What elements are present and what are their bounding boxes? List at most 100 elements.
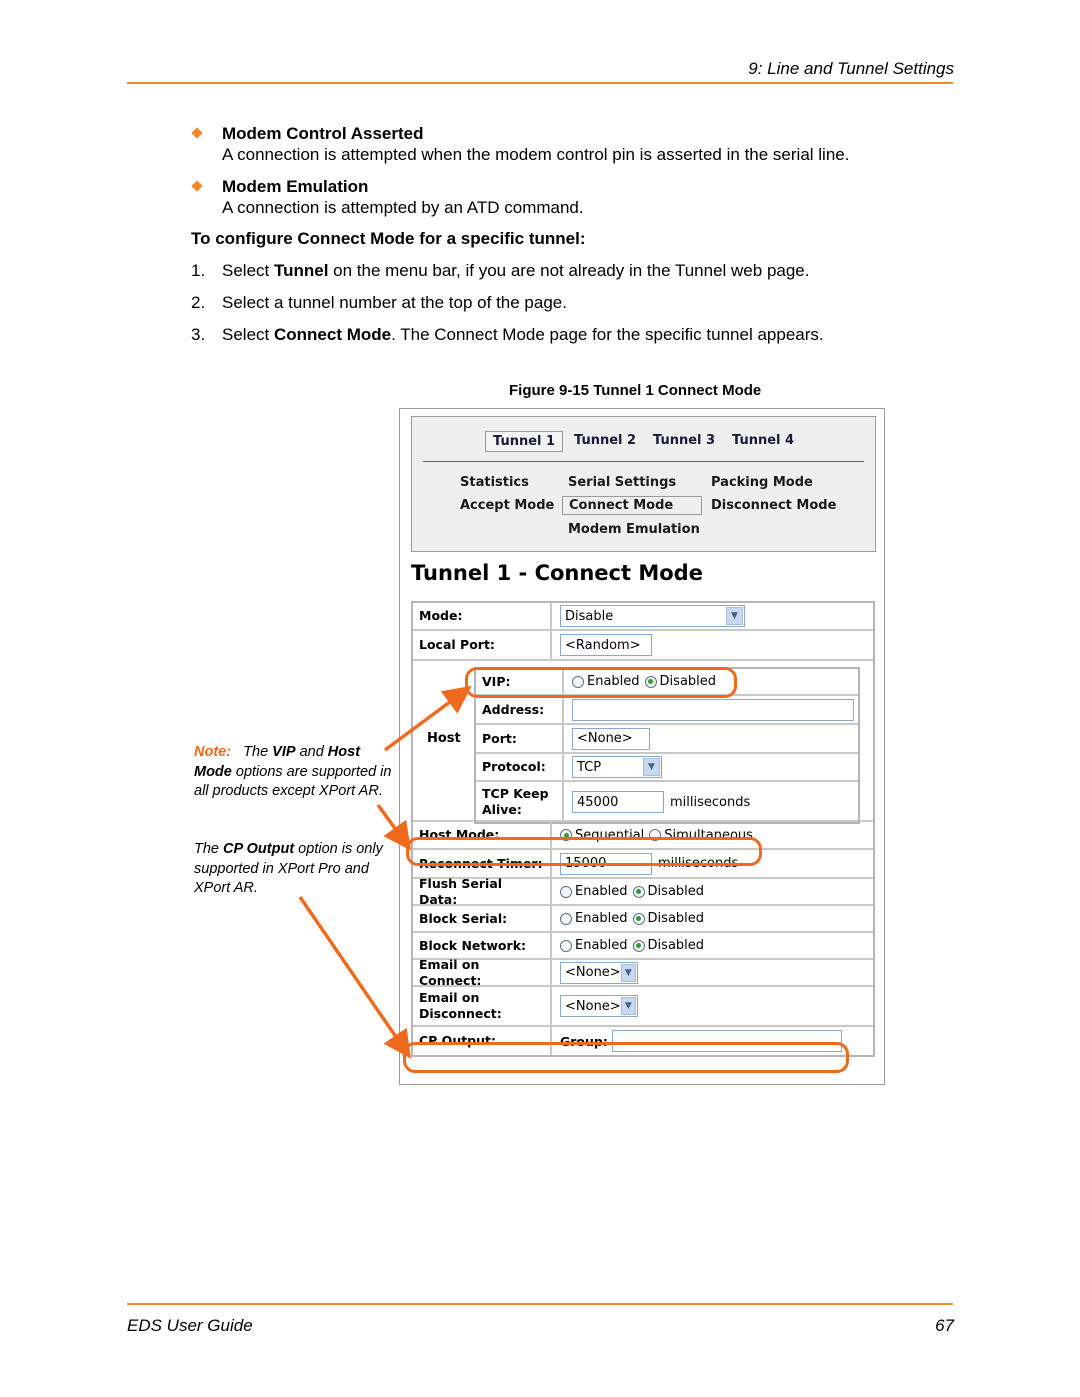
form-row-vip: VIP: Enabled Disabled [476,669,858,696]
form-row-local-port: Local Port: <Random> [413,631,873,661]
step-bold-text: Connect Mode [273,325,392,344]
tab-tunnel-2[interactable]: Tunnel 2 [567,431,643,450]
field-label: Port: [476,725,564,752]
field-label: Email on Disconnect: [413,987,552,1025]
field-label: TCP Keep Alive: [476,782,564,822]
step-text: on the menu bar, if you are not already … [328,261,810,280]
radio-label: Sequential [575,827,645,843]
connect-mode-form: Mode: Disable ▼ Local Port: <Random> Hos… [411,601,875,1057]
select-value: <None> [565,965,621,980]
nav-link-statistics[interactable]: Statistics [454,474,535,491]
reconnect-timer-input[interactable]: 15000 [560,852,652,875]
field-label: Protocol: [476,754,564,780]
bullet-title: Modem Control Asserted [222,124,424,143]
port-input[interactable]: <None> [572,727,650,750]
procedure-heading: To configure Connect Mode for a specific… [191,229,586,248]
form-row-host: Host VIP: Enabled Disabled Address: Port… [413,661,873,824]
note-bold: CP Output [223,841,295,857]
form-row-block-serial: Block Serial: Enabled Disabled [413,906,873,933]
form-row-address: Address: [476,696,858,725]
vip-enabled-radio[interactable] [572,675,584,688]
nav-link-modem-emulation[interactable]: Modem Emulation [562,521,706,538]
flush-serial-radio-group: Enabled Disabled [560,884,709,899]
select-value: Disable [565,608,614,624]
nav-link-connect-mode[interactable]: Connect Mode [562,496,702,515]
address-input[interactable] [572,698,854,721]
radio-label: Disabled [647,938,705,953]
step-bold-text: Tunnel [273,261,329,280]
block-network-disabled-radio[interactable] [632,939,645,952]
tcp-keep-alive-input[interactable]: 45000 [572,791,664,813]
label-line: Disconnect: [419,1006,502,1021]
tab-tunnel-4[interactable]: Tunnel 4 [725,431,801,450]
chevron-down-icon[interactable]: ▼ [726,607,743,625]
diamond-bullet-icon [191,127,203,139]
note-bold: VIP [272,744,296,760]
step-text: . The Connect Mode page for the specific… [391,325,824,344]
label-line: Alive: [482,802,522,817]
group-label: Group: [560,1033,608,1049]
note-cp-output: The CP Output option is only supported i… [194,840,399,899]
flush-enabled-radio[interactable] [560,885,572,898]
chevron-down-icon[interactable]: ▼ [643,758,660,776]
select-value: TCP [577,759,602,775]
step-text: Select [222,325,274,344]
host-mode-simultaneous-radio[interactable] [649,829,662,841]
header-rule [127,82,953,84]
nav-divider [423,461,864,462]
nav-link-accept-mode[interactable]: Accept Mode [454,497,560,514]
local-port-input[interactable]: <Random> [560,634,652,656]
block-serial-disabled-radio[interactable] [632,912,645,925]
nav-link-packing-mode[interactable]: Packing Mode [705,474,819,491]
chevron-down-icon[interactable]: ▼ [620,997,636,1015]
email-on-disconnect-select[interactable]: <None> ▼ [560,995,638,1017]
cp-output-group-input[interactable] [611,1030,842,1052]
note-vip-host-mode: Note: The VIP and Host Mode options are … [194,743,399,802]
note-text: The [194,841,224,857]
label-line: TCP Keep [482,786,549,801]
radio-label: Enabled [587,674,640,689]
form-row-cp-output: CP Output: Group: [413,1027,873,1055]
field-label: VIP: [476,669,564,694]
page-title: Tunnel 1 - Connect Mode [411,561,703,585]
nav-link-serial-settings[interactable]: Serial Settings [562,474,682,491]
procedure-step: 2. Select a tunnel number at the top of t… [191,293,567,313]
field-label: CP Output: [413,1027,552,1055]
label-line: Email on [419,990,480,1005]
host-mode-sequential-radio[interactable] [560,829,572,841]
block-network-enabled-radio[interactable] [560,939,572,952]
protocol-select[interactable]: TCP ▼ [572,756,662,778]
form-row-port: Port: <None> [476,725,858,754]
tab-tunnel-3[interactable]: Tunnel 3 [646,431,722,450]
radio-label: Simultaneous [664,827,753,843]
email-on-connect-select[interactable]: <None> ▼ [560,961,638,984]
footer-rule [127,1303,953,1305]
mode-select[interactable]: Disable ▼ [560,605,745,627]
radio-label: Disabled [647,911,705,926]
block-serial-enabled-radio[interactable] [560,912,572,925]
figure-screenshot: Tunnel 1 Tunnel 2 Tunnel 3 Tunnel 4 Stat… [399,408,885,1085]
arrow-to-cp-output [298,896,411,1059]
block-network-radio-group: Enabled Disabled [560,938,709,953]
field-label: Host Mode: [413,822,552,848]
chevron-down-icon[interactable]: ▼ [620,963,636,982]
field-label: Block Serial: [413,906,552,931]
form-row-email-on-disconnect: Email on Disconnect: <None> ▼ [413,987,873,1027]
bullet-title: Modem Emulation [222,177,369,196]
bullet-description: A connection is attempted when the modem… [222,145,850,164]
vip-disabled-radio[interactable] [644,675,657,688]
chapter-header: 9: Line and Tunnel Settings [748,59,954,78]
procedure-step: 1. Select Tunnel on the menu bar, if you … [191,261,809,281]
nav-link-disconnect-mode[interactable]: Disconnect Mode [705,497,842,514]
form-row-flush-serial-data: Flush Serial Data: Enabled Disabled [413,876,873,907]
select-value: <None> [565,998,621,1014]
tunnel-nav-panel: Tunnel 1 Tunnel 2 Tunnel 3 Tunnel 4 Stat… [411,416,876,552]
field-label: Address: [476,696,564,723]
note-text: and [295,744,328,760]
form-row-email-on-connect: Email on Connect: <None> ▼ [413,957,873,988]
flush-disabled-radio[interactable] [632,885,645,898]
form-row-host-mode: Host Mode: Sequential Simultaneous [413,822,873,850]
radio-label: Disabled [647,884,705,899]
block-serial-radio-group: Enabled Disabled [560,911,709,926]
tab-tunnel-1[interactable]: Tunnel 1 [485,431,564,452]
